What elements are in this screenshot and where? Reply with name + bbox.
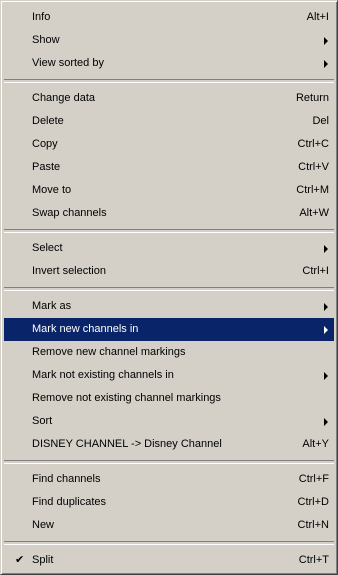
menu-item-remove-new-channel-markings[interactable]: Remove new channel markings	[4, 341, 334, 364]
menu-item-disney-channel-disney-channel[interactable]: DISNEY CHANNEL -> Disney Channel Alt+Y	[4, 433, 334, 456]
menu-item-label: Mark new channels in	[32, 323, 139, 335]
menu-item-label: Invert selection	[32, 265, 106, 277]
menu-item-label: Remove not existing channel markings	[32, 392, 221, 404]
menu-item-swap-channels[interactable]: Swap channels Alt+W	[4, 202, 334, 225]
menu-separator	[4, 229, 334, 233]
menu-item-label: Find duplicates	[32, 496, 106, 508]
menu-item-shortcut: Del	[312, 115, 329, 127]
menu-item-shortcut: Alt+Y	[302, 438, 329, 450]
menu-item-label: Mark not existing channels in	[32, 369, 174, 381]
menu-item-show[interactable]: Show	[4, 29, 334, 52]
menu-item-new[interactable]: New Ctrl+N	[4, 514, 334, 537]
menu-item-remove-not-existing-channel-markings[interactable]: Remove not existing channel markings	[4, 387, 334, 410]
menu-item-label: Delete	[32, 115, 64, 127]
context-menu: Info Alt+I Show View sorted by Change data Re…	[0, 0, 338, 575]
menu-separator	[4, 287, 334, 291]
menu-item-sort[interactable]: Sort	[4, 410, 334, 433]
checkmark-icon: ✔	[15, 554, 25, 566]
menu-item-shortcut: Ctrl+C	[297, 138, 329, 150]
menu-item-mark-new-channels-in[interactable]: Mark new channels in	[4, 318, 334, 341]
menu-separator	[4, 79, 334, 83]
menu-item-shortcut: Return	[295, 92, 329, 104]
menu-item-copy[interactable]: Copy Ctrl+C	[4, 133, 334, 156]
submenu-arrow-icon	[324, 326, 328, 334]
menu-item-invert-selection[interactable]: Invert selection Ctrl+I	[4, 260, 334, 283]
menu-item-shortcut: Ctrl+F	[298, 473, 329, 485]
menu-item-label: DISNEY CHANNEL -> Disney Channel	[32, 438, 222, 450]
menu-item-view-sorted-by[interactable]: View sorted by	[4, 52, 334, 75]
submenu-arrow-icon	[324, 303, 328, 311]
menu-item-shortcut: Ctrl+M	[296, 184, 329, 196]
menu-item-shortcut: Ctrl+N	[297, 519, 329, 531]
menu-separator	[4, 460, 334, 464]
menu-item-label: Move to	[32, 184, 72, 196]
menu-item-label: Select	[32, 242, 63, 254]
menu-item-label: Swap channels	[32, 207, 107, 219]
menu-item-label: Paste	[32, 161, 61, 173]
menu-item-label: Change data	[32, 92, 95, 104]
menu-item-shortcut: Ctrl+V	[298, 161, 329, 173]
menu-item-label: Show	[32, 34, 60, 46]
menu-item-select[interactable]: Select	[4, 237, 334, 260]
menu-item-split[interactable]: ✔ Split Ctrl+T	[4, 549, 334, 572]
menu-item-shortcut: Alt+W	[299, 207, 329, 219]
menu-item-label: Copy	[32, 138, 58, 150]
menu-item-find-duplicates[interactable]: Find duplicates Ctrl+D	[4, 491, 334, 514]
menu-item-label: New	[32, 519, 55, 531]
menu-item-mark-as[interactable]: Mark as	[4, 295, 334, 318]
menu-item-label: Info	[32, 11, 51, 23]
menu-item-shortcut: Ctrl+D	[297, 496, 329, 508]
menu-item-label: Split	[32, 554, 54, 566]
menu-item-label: Find channels	[32, 473, 101, 485]
menu-item-paste[interactable]: Paste Ctrl+V	[4, 156, 334, 179]
submenu-arrow-icon	[324, 60, 328, 68]
menu-separator	[4, 541, 334, 545]
menu-item-label: View sorted by	[32, 57, 104, 69]
menu-item-find-channels[interactable]: Find channels Ctrl+F	[4, 468, 334, 491]
menu-item-delete[interactable]: Delete Del	[4, 110, 334, 133]
submenu-arrow-icon	[324, 372, 328, 380]
menu-item-label: Mark as	[32, 300, 72, 312]
menu-item-info[interactable]: Info Alt+I	[4, 6, 334, 29]
menu-item-label: Remove new channel markings	[32, 346, 186, 358]
menu-item-change-data[interactable]: Change data Return	[4, 87, 334, 110]
menu-item-shortcut: Alt+I	[306, 11, 329, 23]
menu-item-move-to[interactable]: Move to Ctrl+M	[4, 179, 334, 202]
submenu-arrow-icon	[324, 37, 328, 45]
submenu-arrow-icon	[324, 418, 328, 426]
menu-item-mark-not-existing-channels-in[interactable]: Mark not existing channels in	[4, 364, 334, 387]
submenu-arrow-icon	[324, 245, 328, 253]
menu-item-shortcut: Ctrl+T	[298, 554, 329, 566]
menu-item-label: Sort	[32, 415, 53, 427]
menu-item-shortcut: Ctrl+I	[302, 265, 329, 277]
